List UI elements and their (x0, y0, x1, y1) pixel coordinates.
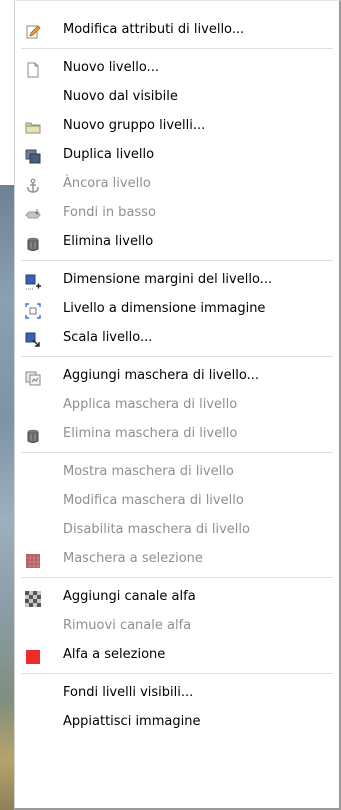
menu-item[interactable]: Aggiungi canale alfa (15, 582, 339, 611)
menu-item[interactable]: Alfa a selezione (15, 640, 339, 669)
menu-item-label: Dimensione margini del livello... (63, 272, 273, 287)
trash-icon (25, 426, 41, 443)
menu-item-label: Elimina livello (63, 234, 154, 249)
alpha-to-selection-icon (25, 647, 41, 664)
checkerboard-icon (25, 589, 41, 607)
scale-layer-icon (25, 330, 41, 347)
menu-item-label: Duplica livello (63, 147, 155, 162)
menu-item-label: Nuovo dal visibile (63, 89, 178, 104)
layer-to-image-size-icon (25, 301, 41, 319)
menu-item-label: Fondi in basso (63, 205, 156, 220)
menu-item-label: Elimina maschera di livello (63, 426, 238, 441)
add-mask-icon (25, 368, 41, 386)
menu-item-label: Scala livello... (63, 330, 153, 345)
menu-item-label: Modifica attributi di livello... (63, 22, 245, 37)
new-layer-icon (25, 60, 41, 78)
menu-item-label: Mostra maschera di livello (63, 464, 234, 479)
menu-item-label: Aggiungi maschera di livello... (63, 368, 259, 383)
menu-item-label: Rimuovi canale alfa (63, 618, 192, 633)
menu-item-label: Disabilita maschera di livello (63, 522, 250, 537)
merge-down-icon (25, 205, 41, 221)
menu-separator (21, 577, 333, 578)
menu-item: Fondi in basso (15, 198, 339, 227)
menu-item: Mostra maschera di livello (15, 457, 339, 486)
menu-item[interactable]: Livello a dimensione immagine (15, 294, 339, 323)
menu-item-label: Fondi livelli visibili... (63, 685, 194, 700)
menu-item-label: Nuovo gruppo livelli... (63, 118, 206, 133)
menu-item-label: Àncora livello (63, 176, 151, 191)
menu-item[interactable]: Fondi livelli visibili... (15, 678, 339, 707)
edit-attributes-icon (25, 22, 41, 39)
menu-item[interactable]: Scala livello... (15, 323, 339, 352)
background-image-strip (0, 0, 14, 810)
menu-item-label: Appiattisci immagine (63, 714, 201, 729)
menu-item: Disabilita maschera di livello (15, 515, 339, 544)
layer-boundary-icon (25, 272, 41, 290)
menu-item-label: Aggiungi canale alfa (63, 589, 196, 604)
menu-item: Àncora livello (15, 169, 339, 198)
anchor-icon (25, 176, 41, 193)
mask-to-selection-icon (25, 551, 41, 568)
menu-item-label: Livello a dimensione immagine (63, 301, 266, 316)
menu-separator (21, 452, 333, 453)
menu-item-label: Alfa a selezione (63, 647, 166, 662)
menu-separator (21, 260, 333, 261)
menu-item[interactable]: Duplica livello (15, 140, 339, 169)
menu-item-label: Applica maschera di livello (63, 397, 238, 412)
menu-item-label: Modifica maschera di livello (63, 493, 244, 508)
menu-separator (21, 48, 333, 49)
menu-item: Rimuovi canale alfa (15, 611, 339, 640)
menu-item: Elimina maschera di livello (15, 419, 339, 448)
folder-icon (25, 118, 41, 134)
duplicate-layer-icon (25, 147, 41, 164)
menu-item[interactable]: Aggiungi maschera di livello... (15, 361, 339, 390)
menu-item[interactable]: Nuovo livello... (15, 53, 339, 82)
menu-item: Applica maschera di livello (15, 390, 339, 419)
menu-separator (21, 673, 333, 674)
menu-item[interactable]: Modifica attributi di livello... (15, 15, 339, 44)
menu-item: Maschera a selezione (15, 544, 339, 573)
menu-item[interactable]: Nuovo gruppo livelli... (15, 111, 339, 140)
menu-item[interactable]: Nuovo dal visibile (15, 82, 339, 111)
layer-context-menu: Modifica attributi di livello... Nuovo li… (14, 0, 341, 810)
trash-icon (25, 234, 41, 251)
menu-item: Modifica maschera di livello (15, 486, 339, 515)
menu-item[interactable]: Appiattisci immagine (15, 707, 339, 736)
menu-separator (21, 356, 333, 357)
menu-item[interactable]: Dimensione margini del livello... (15, 265, 339, 294)
menu-item-label: Nuovo livello... (63, 60, 159, 75)
menu-item[interactable]: Elimina livello (15, 227, 339, 256)
menu-item-label: Maschera a selezione (63, 551, 203, 566)
